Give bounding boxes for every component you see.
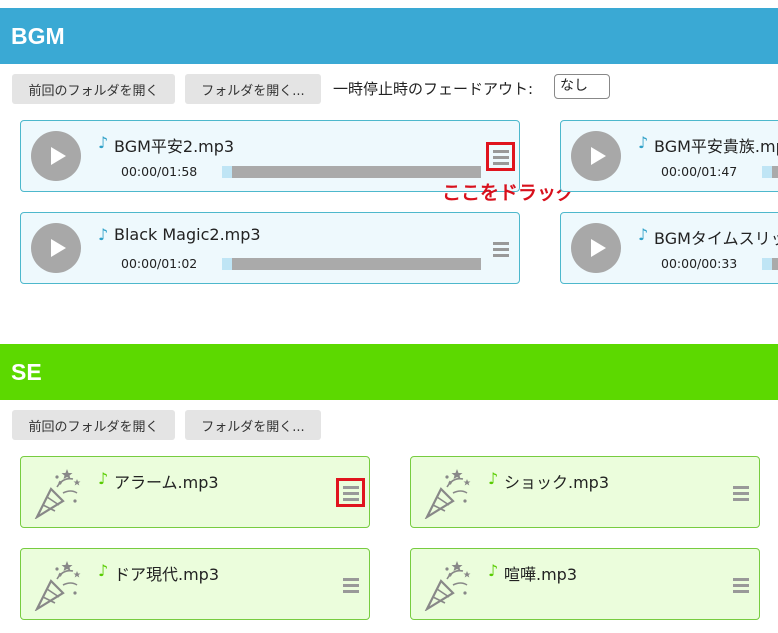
track-time: 00:00/01:47 [661,164,738,179]
party-popper-icon [34,469,81,519]
track-title: ドア現代.mp3 [114,565,220,584]
track-title: BGM平安貴族.mp3 [654,137,778,156]
music-note-icon: ♪ [638,225,649,244]
drag-handle-icon[interactable] [733,578,749,593]
track-title: 喧嘩.mp3 [504,565,578,584]
fade-out-select[interactable]: なし [554,74,610,99]
music-note-icon: ♪ [488,561,499,580]
play-button[interactable] [31,131,81,181]
se-track-card[interactable]: ♪ 喧嘩.mp3 [410,548,760,620]
drag-handle-highlight [336,478,365,507]
music-note-icon: ♪ [488,469,499,488]
track-title: ショック.mp3 [504,473,610,492]
bgm-track-card[interactable]: ♪ BGMタイムスリップ 00:00/00:33 [560,212,778,284]
play-button[interactable] [31,223,81,273]
party-popper-icon [424,469,471,519]
fade-out-label: 一時停止時のフェードアウト: [333,80,534,98]
track-time: 00:00/00:33 [661,256,738,271]
bgm-prev-folder-button[interactable]: 前回のフォルダを開く [12,74,175,104]
track-title: BGM平安2.mp3 [114,137,235,156]
se-track-card[interactable]: ♪ ドア現代.mp3 [20,548,370,620]
progress-bar[interactable] [762,258,778,270]
drag-handle-icon[interactable] [343,578,359,593]
track-title: BGMタイムスリップ [654,229,778,248]
play-button[interactable] [571,223,621,273]
track-time: 00:00/01:58 [121,164,198,179]
music-note-icon: ♪ [98,133,109,152]
music-note-icon: ♪ [98,469,109,488]
drag-handle-icon[interactable] [733,486,749,501]
bgm-track-card[interactable]: ♪ BGM平安貴族.mp3 00:00/01:47 [560,120,778,192]
progress-bar[interactable] [762,166,778,178]
track-time: 00:00/01:02 [121,256,198,271]
drag-handle-icon[interactable] [493,242,509,257]
progress-bar[interactable] [222,166,481,178]
music-note-icon: ♪ [98,225,109,244]
track-title: Black Magic2.mp3 [114,225,261,244]
party-popper-icon [34,561,81,611]
drag-handle-highlight [486,142,515,171]
bgm-track-card[interactable]: ♪ Black Magic2.mp3 00:00/01:02 [20,212,520,284]
drag-hint-label: ここをドラッグ [442,182,576,204]
bgm-open-folder-button[interactable]: フォルダを開く... [185,74,321,104]
progress-bar[interactable] [222,258,481,270]
play-button[interactable] [571,131,621,181]
se-track-card[interactable]: ♪ アラーム.mp3 [20,456,370,528]
bgm-section-header: BGM [0,8,778,64]
track-title: アラーム.mp3 [114,473,219,492]
se-track-card[interactable]: ♪ ショック.mp3 [410,456,760,528]
se-open-folder-button[interactable]: フォルダを開く... [185,410,321,440]
music-note-icon: ♪ [638,133,649,152]
music-note-icon: ♪ [98,561,109,580]
se-prev-folder-button[interactable]: 前回のフォルダを開く [12,410,175,440]
se-section-header: SE [0,344,778,400]
party-popper-icon [424,561,471,611]
